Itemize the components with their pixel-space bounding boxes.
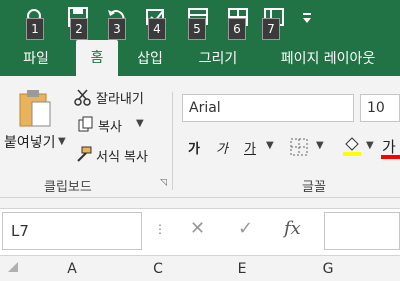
- customize-qat-icon[interactable]: [300, 6, 314, 28]
- column-header-a[interactable]: A: [48, 258, 96, 281]
- fill-color-icon[interactable]: [342, 136, 362, 156]
- keytip-2: 2: [70, 18, 88, 40]
- italic-button[interactable]: 가: [216, 138, 228, 157]
- keytip-6: 6: [228, 18, 246, 40]
- column-header-e[interactable]: E: [218, 258, 266, 281]
- tab-draw[interactable]: 그리기: [190, 44, 246, 74]
- copy-dropdown-icon[interactable]: ▼: [136, 118, 144, 129]
- font-color-swatch: [381, 155, 400, 159]
- paste-dropdown-icon[interactable]: ▼: [58, 136, 66, 147]
- fill-color-dropdown-icon[interactable]: ▼: [366, 140, 374, 151]
- underline-button[interactable]: 가: [244, 138, 256, 157]
- tab-home[interactable]: 홈: [76, 40, 118, 76]
- cut-button[interactable]: 잘라내기: [96, 88, 144, 107]
- keytip-1: 1: [26, 18, 44, 40]
- keytip-5: 5: [188, 18, 206, 40]
- tab-page-layout[interactable]: 페이지 레이아웃: [266, 44, 390, 74]
- formula-input[interactable]: [324, 212, 400, 250]
- font-color-button[interactable]: 가: [382, 136, 396, 157]
- keytip-4: 4: [148, 18, 166, 40]
- font-name-combo[interactable]: Arial: [182, 94, 354, 122]
- select-all-icon[interactable]: [8, 262, 18, 272]
- format-painter-button[interactable]: 서식 복사: [96, 146, 148, 165]
- paste-icon[interactable]: [18, 88, 52, 128]
- keytip-3: 3: [108, 18, 126, 40]
- borders-icon[interactable]: [290, 138, 308, 156]
- name-box[interactable]: L7: [2, 212, 142, 250]
- borders-dropdown-icon[interactable]: ▼: [316, 140, 324, 151]
- tab-file[interactable]: 파일: [14, 44, 58, 74]
- clipboard-dialog-launcher-icon[interactable]: ◹: [160, 178, 167, 188]
- cancel-icon[interactable]: ✕: [190, 218, 205, 239]
- font-group-label: 글꼴: [302, 180, 326, 195]
- name-box-dropdown-icon[interactable]: ⋮: [154, 222, 166, 236]
- copy-icon[interactable]: [78, 116, 94, 132]
- underline-dropdown-icon[interactable]: ▼: [266, 140, 274, 151]
- clipboard-group-label: 클립보드: [44, 180, 92, 195]
- tab-insert[interactable]: 삽입: [128, 44, 172, 74]
- enter-icon[interactable]: ✓: [238, 218, 253, 239]
- column-header-c[interactable]: C: [134, 258, 182, 281]
- cut-icon[interactable]: [74, 88, 92, 106]
- font-size-combo[interactable]: 10: [360, 94, 400, 122]
- column-header-g[interactable]: G: [304, 258, 352, 281]
- copy-button[interactable]: 복사: [98, 116, 122, 135]
- bold-button[interactable]: 가: [188, 138, 200, 157]
- group-separator: [172, 92, 173, 190]
- paste-button[interactable]: 붙여넣기: [4, 132, 56, 152]
- keytip-7: 7: [262, 18, 280, 40]
- insert-function-icon[interactable]: fx: [284, 218, 301, 239]
- format-painter-icon[interactable]: [74, 146, 92, 162]
